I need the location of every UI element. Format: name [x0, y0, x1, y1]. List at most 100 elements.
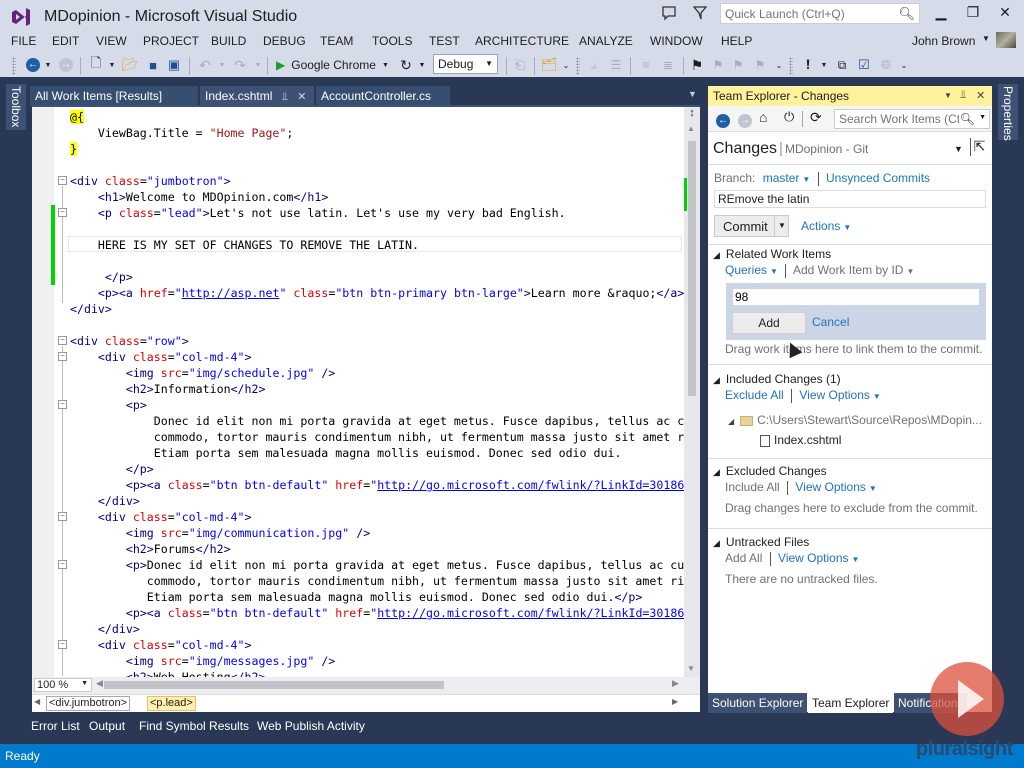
code-content[interactable]: @{ ViewBag.Title = "Home Page";} <div cl…: [70, 109, 684, 677]
collapse-icon[interactable]: −: [58, 176, 67, 185]
menu-tools[interactable]: TOOLS: [372, 34, 412, 48]
code-line[interactable]: <p>: [70, 397, 684, 413]
tabs-dropdown-icon[interactable]: ▼: [688, 89, 697, 99]
code-line[interactable]: </p>: [70, 461, 684, 477]
collapse-icon[interactable]: −: [58, 352, 67, 361]
error-list-icon[interactable]: ❗︎: [800, 56, 816, 74]
menu-help[interactable]: HELP: [721, 34, 752, 48]
menu-test[interactable]: TEST: [429, 34, 460, 48]
code-line[interactable]: [70, 253, 684, 269]
undo-icon[interactable]: ↶: [197, 56, 213, 74]
collapse-icon[interactable]: −: [58, 400, 67, 409]
work-item-id-input[interactable]: [733, 289, 979, 305]
commit-message-input[interactable]: REmove the latin: [714, 190, 986, 208]
tab-account-controller[interactable]: AccountController.cs: [316, 86, 450, 106]
tab-team-explorer[interactable]: Team Explorer: [808, 693, 894, 713]
toolbar-grip[interactable]: [789, 57, 793, 75]
included-changes-section[interactable]: ◢ Included Changes (1): [713, 372, 841, 386]
exclude-all-link[interactable]: Exclude All: [725, 388, 784, 402]
pin-icon[interactable]: ⫫: [282, 91, 288, 103]
close-tab-icon[interactable]: ✕: [297, 91, 306, 103]
excluded-changes-section[interactable]: ◢ Excluded Changes: [713, 464, 827, 478]
scroll-right-icon[interactable]: ▶: [672, 678, 679, 689]
code-line[interactable]: [70, 157, 684, 173]
redo-icon[interactable]: ↷: [232, 56, 248, 74]
tab-error-list[interactable]: Error List: [31, 719, 80, 733]
quick-launch-box[interactable]: 🔍︎: [720, 3, 920, 24]
open-folder-icon[interactable]: 📂︎: [122, 56, 139, 74]
menu-debug[interactable]: DEBUG: [263, 34, 306, 48]
toolbar-grip[interactable]: [12, 57, 16, 75]
error-list-dropdown-icon[interactable]: ▼: [820, 56, 828, 74]
code-line[interactable]: <h2>Information</h2>: [70, 381, 684, 397]
new-window-icon[interactable]: ⧉: [834, 56, 850, 74]
code-line[interactable]: <h2>Web Hosting</h2>: [70, 669, 684, 677]
code-line[interactable]: [70, 317, 684, 333]
outdent-icon[interactable]: ☰: [608, 56, 624, 74]
refresh-icon[interactable]: ↻: [398, 56, 414, 74]
zoom-level-select[interactable]: 100 % ▼: [34, 678, 92, 692]
code-line[interactable]: <img src="img/communication.jpg" />: [70, 525, 684, 541]
solution-configuration-select[interactable]: Debug ▼: [433, 54, 498, 74]
attach-icon[interactable]: ⎗: [512, 56, 528, 74]
breadcrumb-div-jumbotron[interactable]: <div.jumbotron>: [46, 696, 131, 711]
prev-bookmark-icon[interactable]: ⚑: [710, 56, 726, 74]
navigate-back-button[interactable]: ←: [25, 56, 41, 74]
search-dropdown-icon[interactable]: ▼: [979, 114, 986, 121]
scroll-down-icon[interactable]: ▼: [687, 664, 695, 673]
close-panel-icon[interactable]: ✕: [976, 89, 985, 102]
view-options-dropdown[interactable]: View Options ▼: [795, 480, 876, 494]
code-line[interactable]: <p><a class="btn btn-default" href="http…: [70, 477, 684, 493]
code-line[interactable]: </div>: [70, 621, 684, 637]
refresh-icon[interactable]: ⟳: [810, 109, 822, 126]
undock-icon[interactable]: ⇱: [970, 138, 988, 156]
menu-view[interactable]: VIEW: [96, 34, 127, 48]
related-work-items-section[interactable]: ◢ Related Work Items: [713, 247, 831, 261]
start-debugging-button[interactable]: ▶ Google Chrome ▼: [276, 56, 416, 74]
menu-build[interactable]: BUILD: [211, 34, 246, 48]
new-project-dropdown-icon[interactable]: ▼: [108, 56, 116, 74]
untracked-files-section[interactable]: ◢ Untracked Files: [713, 535, 809, 549]
user-dropdown-icon[interactable]: ▼: [982, 34, 990, 43]
minimize-button[interactable]: ▁: [926, 4, 956, 24]
refresh-dropdown-icon[interactable]: ▼: [418, 56, 426, 74]
toolbar-grip[interactable]: [576, 57, 580, 75]
queries-dropdown[interactable]: Queries ▼: [725, 263, 778, 277]
menu-window[interactable]: WINDOW: [650, 34, 703, 48]
actions-dropdown[interactable]: Actions ▼: [801, 219, 851, 233]
bookmark-icon[interactable]: ⚑: [690, 56, 704, 74]
menu-file[interactable]: FILE: [11, 34, 36, 48]
vertical-scroll-thumb[interactable]: [688, 141, 696, 396]
collapse-icon[interactable]: −: [58, 512, 67, 521]
add-work-item-button[interactable]: Add: [732, 312, 806, 334]
collapse-icon[interactable]: −: [58, 560, 67, 569]
menu-project[interactable]: PROJECT: [143, 34, 199, 48]
code-line[interactable]: <p><a href="http://asp.net" class="btn b…: [70, 285, 684, 301]
scroll-left-icon[interactable]: ◀: [96, 678, 103, 689]
code-line[interactable]: <div class="jumbotron">: [70, 173, 684, 189]
menu-edit[interactable]: EDIT: [52, 34, 79, 48]
search-icon[interactable]: 🔍︎: [960, 112, 975, 126]
code-line[interactable]: </div>: [70, 493, 684, 509]
window-position-dropdown-icon[interactable]: ▼: [944, 91, 952, 100]
new-project-icon[interactable]: 🗋︎: [88, 55, 104, 74]
uncomment-icon[interactable]: ≣: [660, 56, 676, 74]
forward-button[interactable]: →: [738, 111, 752, 128]
code-line[interactable]: </div>: [70, 301, 684, 317]
code-line[interactable]: <div class="col-md-4">: [70, 637, 684, 653]
split-editor-icon[interactable]: ↕: [684, 107, 700, 121]
undo-dropdown-icon[interactable]: ▼: [218, 56, 226, 74]
navigate-forward-button[interactable]: →: [58, 56, 74, 74]
menu-team[interactable]: TEAM: [320, 34, 353, 48]
toolbar-overflow-icon[interactable]: ⌄: [775, 56, 783, 74]
save-all-icon[interactable]: ▣: [166, 56, 182, 74]
code-editor[interactable]: − − − − − − − − @{ ViewBag.Title = "Home…: [32, 105, 700, 677]
pin-icon[interactable]: ⫫: [960, 89, 966, 102]
work-items-search-input[interactable]: [835, 110, 959, 128]
view-options-dropdown[interactable]: View Options ▼: [778, 551, 859, 565]
indent-icon[interactable]: ⫨: [586, 56, 602, 74]
code-line[interactable]: <h2>Forums</h2>: [70, 541, 684, 557]
code-line[interactable]: </p>: [70, 269, 684, 285]
pending-changes-icon[interactable]: ☑: [856, 56, 872, 74]
page-dropdown-icon[interactable]: ▼: [954, 144, 963, 154]
